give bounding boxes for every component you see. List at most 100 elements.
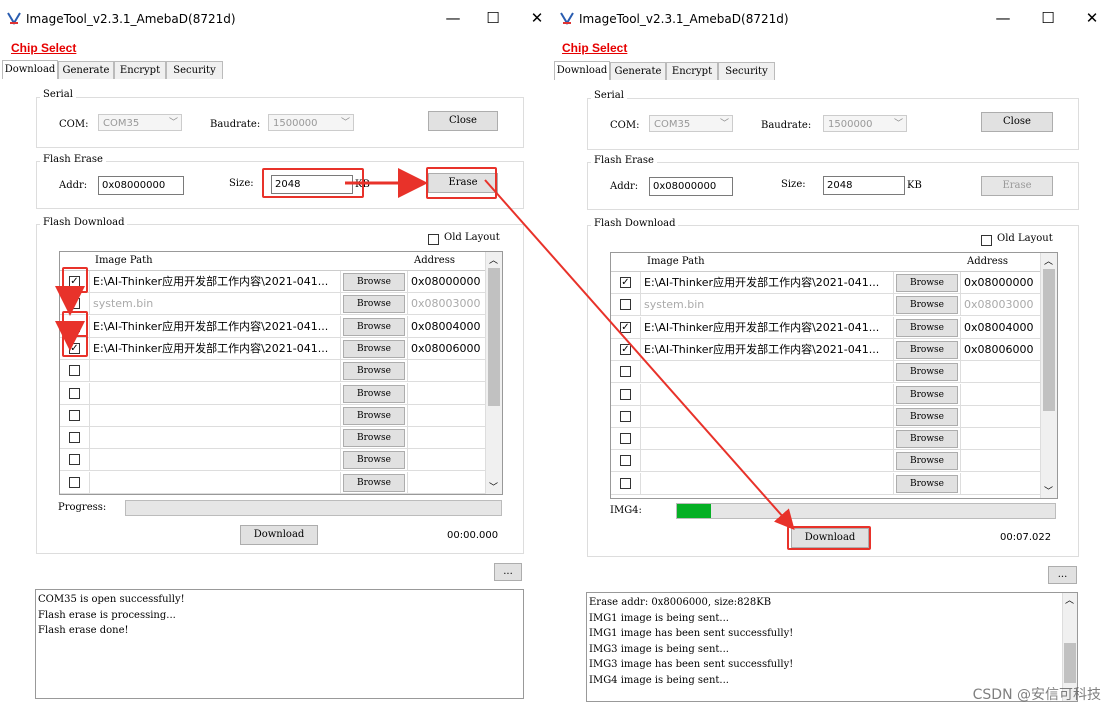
maximize-button[interactable]: ☐ xyxy=(1038,9,1058,27)
image-path-cell[interactable] xyxy=(641,383,894,406)
scroll-up-icon[interactable]: ︿ xyxy=(1065,594,1074,610)
address-cell[interactable] xyxy=(408,471,486,494)
browse-button[interactable]: Browse xyxy=(343,384,405,403)
row-checkbox[interactable] xyxy=(69,476,80,488)
browse-button[interactable]: Browse xyxy=(343,295,405,314)
scroll-up-icon[interactable]: ︿ xyxy=(489,253,498,266)
image-path-cell[interactable] xyxy=(90,360,341,383)
tab-encrypt[interactable]: Encrypt xyxy=(114,61,166,79)
browse-button[interactable]: Browse xyxy=(343,317,405,336)
row-checkbox[interactable] xyxy=(69,432,80,444)
image-path-cell[interactable] xyxy=(90,404,341,427)
row-checkbox[interactable] xyxy=(620,433,631,445)
image-path-cell[interactable]: E:\AI-Thinker应用开发部工作内容\2021-041... xyxy=(90,315,341,338)
old-layout-checkbox[interactable] xyxy=(981,235,992,246)
address-cell[interactable] xyxy=(961,383,1041,406)
address-cell[interactable]: 0x08000000 xyxy=(961,272,1041,294)
browse-button[interactable]: Browse xyxy=(343,429,405,448)
address-cell[interactable] xyxy=(961,361,1041,384)
image-path-cell[interactable] xyxy=(90,382,341,405)
address-cell[interactable]: 0x08006000 xyxy=(408,337,486,360)
image-path-cell[interactable] xyxy=(90,471,341,494)
browse-button[interactable]: Browse xyxy=(343,473,405,492)
tab-encrypt[interactable]: Encrypt xyxy=(666,62,718,80)
vertical-scrollbar[interactable]: ︿ ﹀ xyxy=(1040,253,1057,498)
address-cell[interactable]: 0x08003000 xyxy=(408,293,486,316)
scroll-down-icon[interactable]: ﹀ xyxy=(489,480,498,493)
image-path-cell[interactable] xyxy=(90,427,341,450)
browse-button[interactable]: Browse xyxy=(896,296,958,315)
row-checkbox[interactable] xyxy=(620,366,631,378)
minimize-button[interactable]: — xyxy=(443,9,463,27)
close-port-button[interactable]: Close xyxy=(981,112,1053,132)
scroll-up-icon[interactable]: ︿ xyxy=(1044,254,1053,267)
row-checkbox[interactable] xyxy=(69,409,80,421)
erase-size-input[interactable]: 2048 xyxy=(823,176,905,195)
row-checkbox[interactable] xyxy=(620,388,631,400)
minimize-button[interactable]: — xyxy=(993,9,1013,27)
browse-button[interactable]: Browse xyxy=(343,273,405,291)
browse-button[interactable]: Browse xyxy=(896,407,958,426)
image-path-cell[interactable] xyxy=(641,450,894,473)
address-cell[interactable] xyxy=(408,382,486,405)
tab-download[interactable]: Download xyxy=(554,61,610,80)
row-checkbox[interactable] xyxy=(69,454,80,466)
chip-select-link[interactable]: Chip Select xyxy=(11,41,76,55)
baudrate-select[interactable]: 1500000 ﹀ xyxy=(823,115,907,132)
row-checkbox[interactable] xyxy=(620,477,631,489)
row-checkbox[interactable] xyxy=(69,365,80,377)
browse-button[interactable]: Browse xyxy=(896,318,958,337)
row-checkbox[interactable] xyxy=(620,299,631,311)
chip-select-link[interactable]: Chip Select xyxy=(562,41,627,55)
image-path-cell[interactable]: E:\AI-Thinker应用开发部工作内容\2021-041... xyxy=(641,272,894,294)
image-path-cell[interactable]: E:\AI-Thinker应用开发部工作内容\2021-041... xyxy=(90,271,341,293)
address-cell[interactable] xyxy=(961,405,1041,428)
address-cell[interactable] xyxy=(408,449,486,472)
close-window-button[interactable]: ✕ xyxy=(527,9,547,27)
more-button[interactable]: ... xyxy=(1048,566,1077,584)
browse-button[interactable]: Browse xyxy=(343,339,405,358)
image-path-cell[interactable]: E:\AI-Thinker应用开发部工作内容\2021-041... xyxy=(90,337,341,360)
browse-button[interactable]: Browse xyxy=(896,474,958,493)
row-checkbox[interactable] xyxy=(69,387,80,399)
image-path-cell[interactable] xyxy=(641,405,894,428)
image-path-cell[interactable] xyxy=(90,449,341,472)
browse-button[interactable]: Browse xyxy=(343,362,405,381)
image-path-cell[interactable]: system.bin xyxy=(641,294,894,317)
erase-addr-input[interactable]: 0x08000000 xyxy=(98,176,184,195)
com-select[interactable]: COM35 ﹀ xyxy=(98,114,182,131)
browse-button[interactable]: Browse xyxy=(343,406,405,425)
tab-generate[interactable]: Generate xyxy=(610,62,666,80)
maximize-button[interactable]: ☐ xyxy=(483,9,503,27)
address-cell[interactable] xyxy=(408,404,486,427)
row-checkbox[interactable]: ✓ xyxy=(620,277,631,288)
browse-button[interactable]: Browse xyxy=(896,363,958,382)
browse-button[interactable]: Browse xyxy=(896,452,958,471)
scroll-thumb[interactable] xyxy=(1043,269,1055,411)
baudrate-select[interactable]: 1500000 ﹀ xyxy=(268,114,354,131)
address-cell[interactable] xyxy=(961,428,1041,451)
image-path-cell[interactable]: E:\AI-Thinker应用开发部工作内容\2021-041... xyxy=(641,316,894,339)
address-cell[interactable]: 0x08004000 xyxy=(408,315,486,338)
tab-generate[interactable]: Generate xyxy=(58,61,114,79)
image-path-cell[interactable] xyxy=(641,472,894,495)
vertical-scrollbar[interactable]: ︿ ﹀ xyxy=(485,252,502,494)
address-cell[interactable]: 0x08004000 xyxy=(961,316,1041,339)
tab-security[interactable]: Security xyxy=(166,61,223,79)
row-checkbox[interactable]: ✓ xyxy=(620,343,631,355)
close-port-button[interactable]: Close xyxy=(428,111,498,131)
address-cell[interactable] xyxy=(408,360,486,383)
row-checkbox[interactable] xyxy=(620,455,631,467)
row-checkbox[interactable] xyxy=(69,298,80,310)
old-layout-checkbox[interactable] xyxy=(428,234,439,245)
scroll-thumb[interactable] xyxy=(1064,643,1076,683)
row-checkbox[interactable] xyxy=(620,410,631,422)
image-path-cell[interactable] xyxy=(641,428,894,451)
erase-addr-input[interactable]: 0x08000000 xyxy=(649,177,733,196)
address-cell[interactable]: 0x08000000 xyxy=(408,271,486,293)
address-cell[interactable] xyxy=(961,450,1041,473)
browse-button[interactable]: Browse xyxy=(896,430,958,449)
download-button[interactable]: Download xyxy=(240,525,318,545)
image-path-cell[interactable]: E:\AI-Thinker应用开发部工作内容\2021-041... xyxy=(641,338,894,361)
com-select[interactable]: COM35 ﹀ xyxy=(649,115,733,132)
